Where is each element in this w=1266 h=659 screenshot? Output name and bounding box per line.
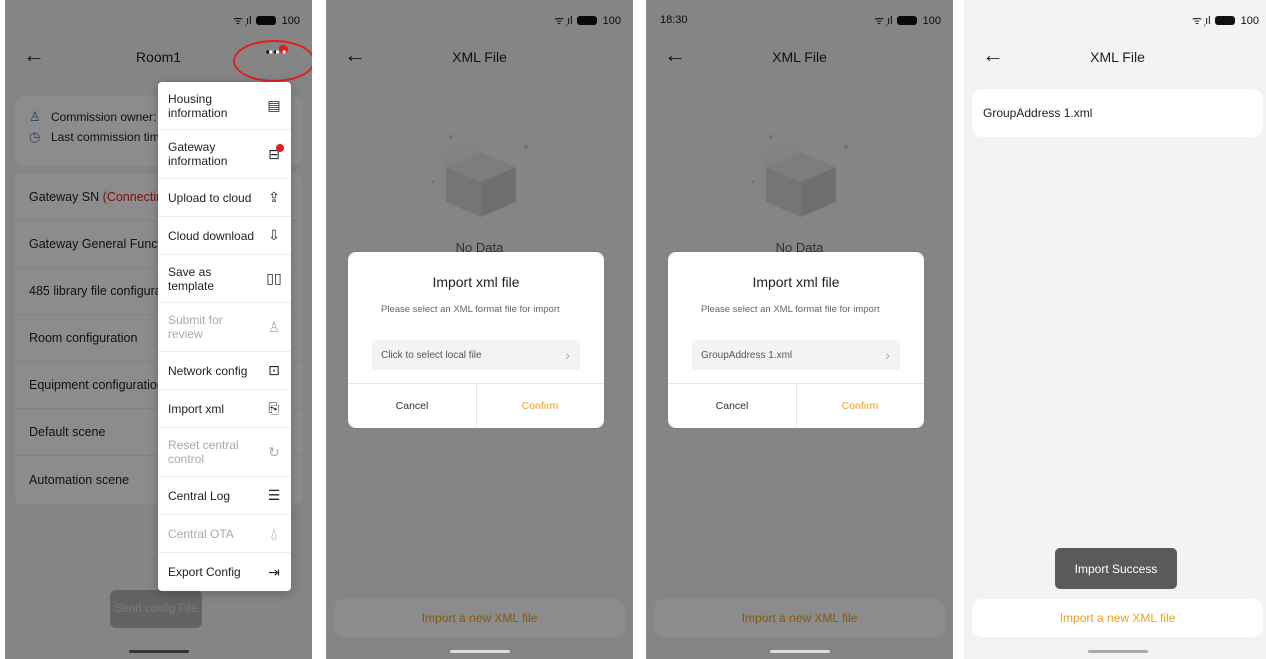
document-icon: ▤ (267, 97, 281, 113)
chevron-right-icon: › (885, 347, 890, 363)
menu-item-housing[interactable]: Housing information ▤ (158, 82, 291, 130)
export-icon: ⇥ (268, 563, 280, 580)
confirm-button[interactable]: Confirm (796, 383, 924, 428)
battery-icon (1214, 16, 1235, 25)
xml-file-item[interactable]: GroupAddress 1.xml (972, 89, 1263, 137)
menu-item-gateway[interactable]: Gateway information ⊟ (158, 130, 291, 179)
home-indicator (769, 650, 830, 653)
dialog-title: Import xml file (752, 274, 840, 290)
home-indicator (1087, 650, 1148, 653)
gateway-badge-dot (276, 143, 284, 152)
menu-item-upload-cloud[interactable]: Upload to cloud ⇪ (158, 179, 291, 217)
ota-icon: ⍙ (269, 525, 279, 541)
room-screen: ᯤ ᷊ıl 100 ← Room1 ··· ♙ Commission owner… (5, 0, 312, 659)
confirm-button[interactable]: Confirm (476, 383, 604, 428)
battery-level: 100 (1240, 14, 1259, 27)
menu-item-export-config[interactable]: Export Config ⇥ (158, 553, 291, 591)
refresh-icon: ↻ (268, 443, 280, 460)
menu-item-save-template[interactable]: Save as template ▯▯ (158, 255, 291, 303)
xml-file-list-screen: ᯤ ᷊ıl 100 ← XML File GroupAddress 1.xml … (964, 0, 1266, 659)
dialog-title: Import xml file (432, 274, 520, 290)
xml-file-icon: ⎘ (268, 400, 280, 416)
dialog-message: Please select an XML format file for imp… (381, 304, 560, 315)
selected-file-name: GroupAddress 1.xml (701, 349, 793, 361)
dialog-message: Please select an XML format file for imp… (701, 304, 880, 315)
cloud-upload-icon: ⇪ (268, 189, 280, 205)
nav-bar: ← XML File (964, 32, 1266, 82)
template-icon: ▯▯ (266, 270, 282, 286)
options-menu: Housing information ▤ Gateway informatio… (158, 82, 291, 591)
home-indicator (449, 650, 510, 653)
menu-item-submit-review[interactable]: Submit for review ♙ (158, 303, 291, 352)
chevron-right-icon: › (565, 347, 570, 363)
menu-item-reset-central[interactable]: Reset central control ↻ (158, 428, 291, 477)
file-select-field[interactable]: Click to select local file › (372, 340, 580, 370)
import-success-toast: Import Success (1055, 548, 1177, 589)
file-select-field[interactable]: GroupAddress 1.xml › (692, 340, 900, 370)
xml-file-screen-dialog: ᯤ ᷊ıl 100 ← XML File No Data Import a ne… (326, 0, 633, 659)
menu-item-import-xml[interactable]: Import xml ⎘ (158, 390, 291, 428)
wifi-signal-icon: ᯤ ᷊ıl (1192, 15, 1211, 27)
import-new-xml-button[interactable]: Import a new XML file (972, 599, 1263, 637)
more-options-icon-highlighted[interactable]: ··· (268, 42, 288, 65)
page-title: XML File (1090, 49, 1145, 65)
cancel-button[interactable]: Cancel (348, 383, 476, 428)
menu-item-network-config[interactable]: Network config ⊡ (158, 352, 291, 390)
cloud-download-icon: ⇩ (268, 227, 280, 243)
gateway-icon: ⊟ (265, 143, 284, 163)
xml-file-screen-dialog-selected: 18:30 ᯤ ᷊ıl 100 ← XML File No Data Impor… (646, 0, 953, 659)
menu-item-central-ota[interactable]: Central OTA ⍙ (158, 515, 291, 553)
menu-item-cloud-download[interactable]: Cloud download ⇩ (158, 217, 291, 255)
menu-item-central-log[interactable]: Central Log ☰ (158, 477, 291, 515)
cancel-button[interactable]: Cancel (668, 383, 796, 428)
log-icon: ☰ (267, 487, 281, 503)
status-bar: ᯤ ᷊ıl 100 (964, 0, 1266, 32)
import-dialog: Import xml file Please select an XML for… (348, 252, 604, 428)
file-select-placeholder: Click to select local file (381, 349, 482, 361)
import-dialog: Import xml file Please select an XML for… (668, 252, 924, 428)
stamp-icon: ♙ (267, 318, 281, 335)
network-icon: ⊡ (268, 362, 280, 378)
home-indicator (128, 650, 189, 653)
